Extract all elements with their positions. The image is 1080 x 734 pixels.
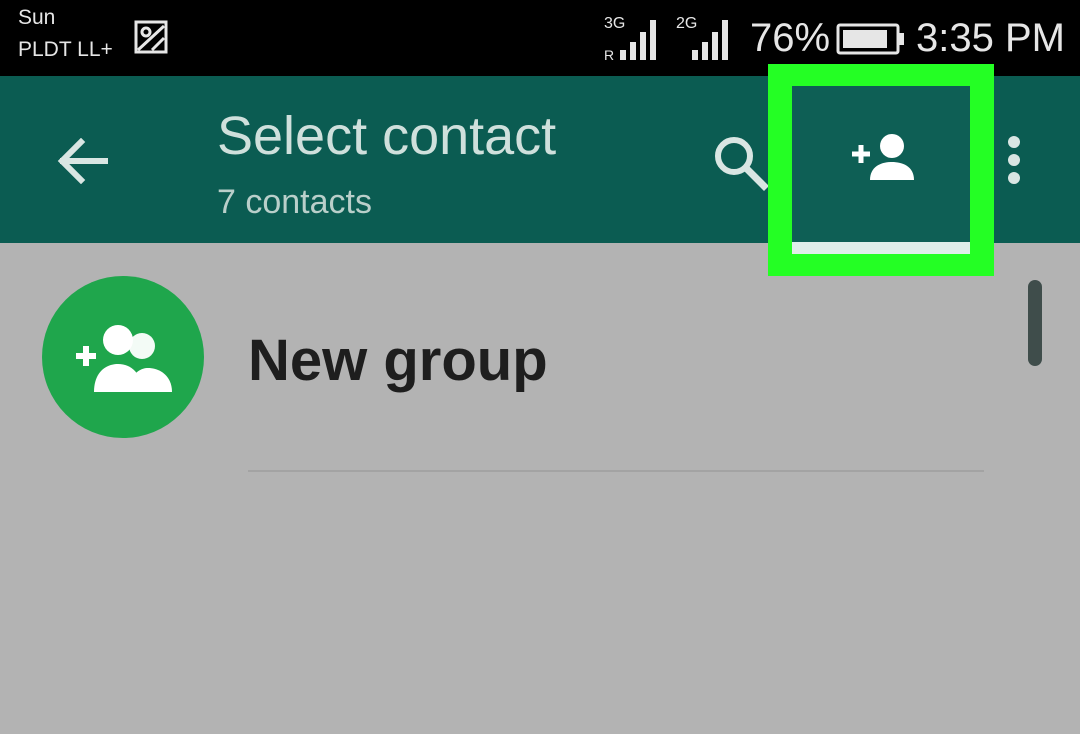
active-indicator bbox=[792, 242, 970, 254]
network-3g-label: 3G bbox=[604, 15, 625, 32]
carrier-name: Sun bbox=[18, 6, 56, 29]
whatsapp-select-contact-screen: Sun PLDT LL+ 3G R 2G 76% 3:35 PM Select … bbox=[0, 0, 1080, 734]
more-vertical-icon bbox=[1008, 136, 1020, 184]
search-button[interactable] bbox=[706, 130, 776, 194]
list-divider bbox=[248, 470, 984, 472]
new-group-avatar bbox=[42, 276, 204, 438]
add-group-icon bbox=[76, 325, 172, 392]
new-group-label: New group bbox=[248, 328, 548, 393]
back-button[interactable] bbox=[50, 129, 114, 193]
new-group-item[interactable]: New group bbox=[0, 270, 1030, 450]
contact-count: 7 contacts bbox=[217, 183, 372, 221]
signal-3g-icon: 3G R bbox=[604, 15, 656, 62]
add-person-icon bbox=[852, 134, 914, 180]
signal-2g-icon: 2G bbox=[676, 15, 728, 60]
scrollbar[interactable] bbox=[1028, 280, 1042, 366]
gallery-icon bbox=[134, 20, 168, 54]
carrier-network: PLDT LL+ bbox=[18, 38, 113, 61]
add-contact-button[interactable] bbox=[792, 86, 970, 254]
clock: 3:35 PM bbox=[916, 16, 1065, 60]
more-options-button[interactable] bbox=[996, 130, 1032, 194]
roaming-label: R bbox=[604, 47, 614, 62]
page-title: Select contact bbox=[217, 106, 557, 166]
arrow-left-icon bbox=[57, 138, 108, 184]
battery-icon bbox=[836, 23, 904, 55]
search-icon bbox=[715, 137, 769, 191]
battery-percent: 76% bbox=[750, 16, 831, 60]
network-2g-label: 2G bbox=[676, 15, 697, 32]
